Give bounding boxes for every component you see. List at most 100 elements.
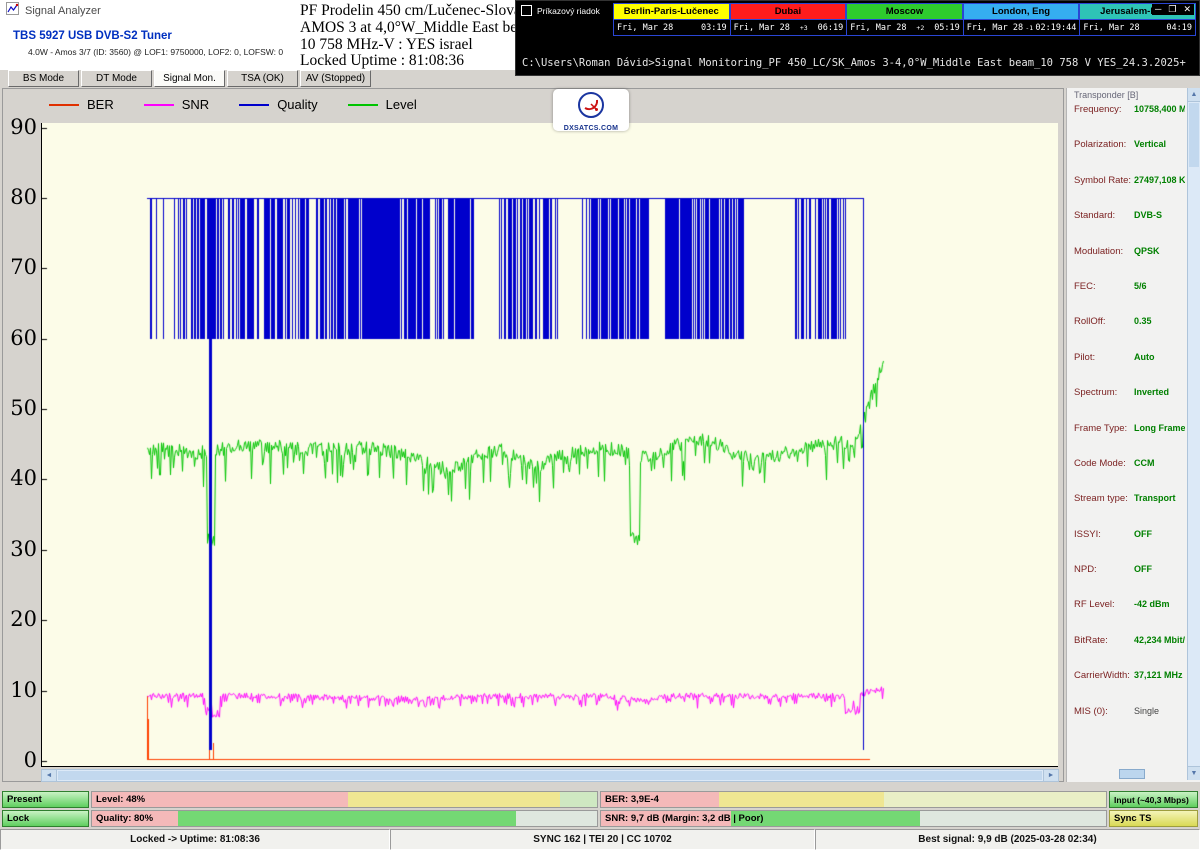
signal-analyzer-app: Signal Analyzer TBS 5927 USB DVB-S2 Tune… — [0, 0, 1200, 850]
tab-tsa-ok[interactable]: TSA (OK) — [227, 70, 298, 87]
scrollbar-thumb[interactable] — [58, 771, 1042, 780]
transponder-value: Single — [1134, 706, 1159, 716]
transponder-row-spectrum: Spectrum:Inverted — [1074, 387, 1185, 422]
transponder-row-modulation: Modulation:QPSK — [1074, 246, 1185, 281]
scroll-up-icon[interactable]: ▲ — [1188, 88, 1200, 102]
console-window: Príkazový riadok Berlin-Paris-LučenecFri… — [515, 0, 1200, 76]
scrollbar-thumb[interactable] — [1189, 103, 1199, 167]
transponder-label: CarrierWidth: — [1074, 670, 1130, 681]
y-axis-label: 0 — [5, 748, 37, 772]
tab-signal-mon[interactable]: Signal Mon. — [154, 70, 225, 87]
close-icon[interactable]: ✕ — [1183, 4, 1191, 15]
y-axis-label: 20 — [5, 607, 37, 631]
transponder-label: MIS (0): — [1074, 706, 1108, 717]
dxsatcs-logo: DXSATCS.COM — [553, 89, 629, 131]
statusbar-lock-uptime: Locked -> Uptime: 81:08:36 — [0, 829, 390, 850]
y-axis-label: 50 — [5, 396, 37, 420]
transponder-row-rolloff: RollOff:0.35 — [1074, 316, 1185, 351]
transponder-row-code-mode: Code Mode: CCM — [1074, 458, 1185, 493]
world-clock-moscow: MoscowFri, Mar 28+205:19 — [846, 3, 963, 37]
statusbar: Locked -> Uptime: 81:08:36 SYNC 162 | TE… — [0, 829, 1200, 850]
y-axis-label: 10 — [5, 678, 37, 702]
chart-legend: BERSNRQualityLevel — [49, 97, 417, 112]
present-indicator: Present — [2, 791, 89, 808]
legend-line-icon — [144, 104, 174, 106]
gauge-segment — [348, 792, 560, 807]
y-axis-label: 30 — [5, 537, 37, 561]
transponder-value: Vertical — [1134, 139, 1166, 149]
transponder-row-npd: NPD:OFF — [1074, 564, 1185, 599]
transponder-label: Symbol Rate: — [1074, 175, 1131, 186]
console-title: Príkazový riadok — [537, 6, 600, 16]
clock-city-label: Dubai — [730, 3, 847, 20]
clock-datetime: Fri, Mar 28+205:19 — [846, 20, 963, 36]
tab-av-stopped[interactable]: AV (Stopped) — [300, 70, 371, 87]
console-window-controls: ─ ❐ ✕ — [1152, 4, 1194, 15]
scroll-right-icon[interactable]: ► — [1043, 770, 1058, 781]
tab-bs-mode[interactable]: BS Mode — [8, 70, 79, 87]
transponder-row-frequency: Frequency: 10758,400 MHz — [1074, 104, 1185, 139]
y-axis-label: 70 — [5, 255, 37, 279]
minimize-icon[interactable]: ─ — [1155, 4, 1161, 15]
maximize-icon[interactable]: ❐ — [1168, 4, 1176, 15]
transponder-value: DVB-S — [1134, 210, 1162, 220]
scroll-left-icon[interactable]: ◄ — [42, 770, 57, 781]
transponder-value: 5/6 — [1134, 281, 1147, 291]
site-info-line: AMOS 3 at 4,0°W_Middle East beam — [300, 20, 512, 37]
clock-datetime: Fri, Mar 2804:19 — [1079, 20, 1196, 36]
clock-city-label: Berlin-Paris-Lučenec — [613, 3, 730, 20]
y-axis-label: 90 — [5, 115, 37, 139]
transponder-label: ISSYI: — [1074, 529, 1101, 540]
clock-datetime: Fri, Mar 2803:19 — [613, 20, 730, 36]
transponder-row-frame-type: Frame Type:Long Frame — [1074, 423, 1185, 458]
transponder-row-mis-0: MIS (0):Single▾ — [1074, 706, 1185, 741]
transponder-row-standard: Standard:DVB-S — [1074, 210, 1185, 245]
gauge-segment — [178, 811, 516, 826]
transponder-label: BitRate: — [1074, 635, 1108, 646]
transponder-label: Code Mode: — [1074, 458, 1126, 469]
transponder-label: FEC: — [1074, 281, 1096, 292]
gauge-segment — [516, 811, 597, 826]
sync-ts-indicator: Sync TS — [1109, 810, 1198, 827]
transponder-value: OFF — [1134, 564, 1152, 574]
transponder-label: Frequency: — [1074, 104, 1122, 115]
chart-horizontal-scrollbar[interactable]: ◄ ► — [41, 769, 1059, 782]
transponder-value: 10758,400 MHz — [1134, 104, 1185, 114]
world-clock-dubai: DubaiFri, Mar 28+306:19 — [730, 3, 847, 37]
signal-chart — [41, 123, 1058, 767]
app-icon — [6, 2, 19, 20]
transponder-value: CCM — [1134, 458, 1155, 468]
level-gauge: Level: 48% — [91, 791, 598, 808]
chart-panel: BERSNRQualityLevel DXSATCS.COM ◄ ► 01020… — [2, 88, 1064, 782]
transponder-scrollbar[interactable]: ▲ ▼ — [1187, 88, 1200, 780]
console-prompt[interactable]: C:\Users\Roman Dávid>Signal Monitoring_P… — [522, 57, 1195, 69]
transponder-label: Spectrum: — [1074, 387, 1117, 398]
transponder-row-fec: FEC: 5/6 — [1074, 281, 1185, 316]
transponder-row-issyi: ISSYI: OFF — [1074, 529, 1185, 564]
transponder-value: Auto — [1134, 352, 1155, 362]
legend-line-icon — [348, 104, 378, 106]
scroll-down-icon[interactable]: ▼ — [1188, 766, 1200, 780]
ber-gauge: BER: 3,9E-4 — [600, 791, 1107, 808]
gauge-label: Level: 48% — [96, 794, 145, 805]
transponder-value: 27497,108 KS/s — [1134, 175, 1185, 185]
transponder-value: 37,121 MHz — [1134, 670, 1183, 680]
window-title: Signal Analyzer — [25, 5, 101, 17]
world-clock-table: Berlin-Paris-LučenecFri, Mar 2803:19Duba… — [613, 3, 1196, 37]
clock-datetime: Fri, Mar 28-102:19:44 — [963, 20, 1080, 36]
transponder-value: OFF — [1134, 529, 1152, 539]
y-axis-label: 60 — [5, 326, 37, 350]
panel-mini-scrollbar[interactable] — [1119, 769, 1145, 779]
legend-label: Quality — [277, 97, 317, 112]
legend-line-icon — [49, 104, 79, 106]
clock-datetime: Fri, Mar 28+306:19 — [730, 20, 847, 36]
logo-text: DXSATCS.COM — [553, 125, 629, 133]
transponder-value: -42 dBm — [1134, 599, 1170, 609]
legend-label: Level — [386, 97, 417, 112]
transponder-label: Polarization: — [1074, 139, 1126, 150]
tuner-name: TBS 5927 USB DVB-S2 Tuner — [13, 30, 172, 42]
world-clock-london-eng: London, EngFri, Mar 28-102:19:44 — [963, 3, 1080, 37]
transponder-label: Frame Type: — [1074, 423, 1127, 434]
legend-label: BER — [87, 97, 114, 112]
tab-dt-mode[interactable]: DT Mode — [81, 70, 152, 87]
